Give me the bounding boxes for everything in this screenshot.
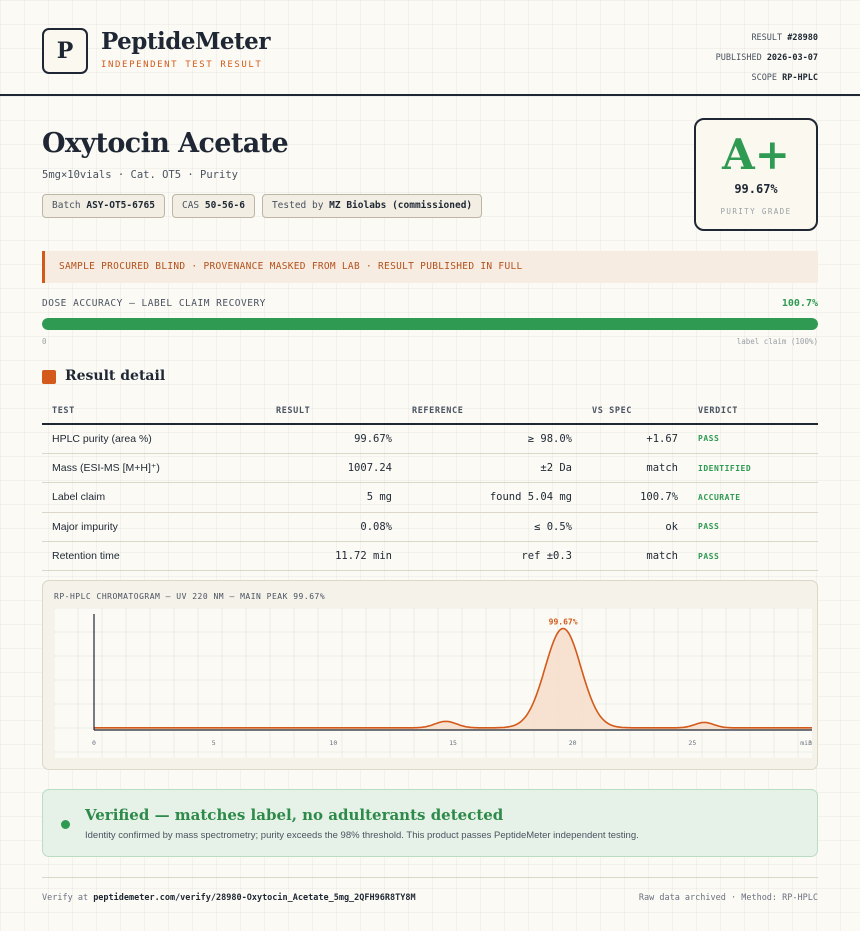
col-header-reference: REFERENCE	[402, 398, 582, 425]
x-tick-label: 5	[212, 739, 216, 747]
cell-vs-spec: match	[582, 453, 688, 484]
footer-method: Raw data archived · Method: RP-HPLC	[638, 893, 818, 903]
published-date: 2026-03-07	[766, 53, 818, 63]
cell-verdict: PASS	[688, 512, 818, 543]
x-tick-label: 20	[569, 739, 577, 747]
cell-result: 5 mg	[266, 482, 402, 513]
x-tick-label: 0	[92, 739, 96, 747]
cell-vs-spec: match	[582, 541, 688, 572]
table-header-row: TEST RESULT REFERENCE VS SPEC VERDICT	[42, 398, 818, 425]
col-header-result: RESULT	[266, 398, 402, 425]
x-tick-label: 10	[329, 739, 337, 747]
dose-accuracy-value: 100.7%	[781, 298, 818, 309]
cell-reference: ≥ 98.0%	[402, 424, 582, 454]
product-chips: Batch ASY-OT5-6765 CAS 50-56-6 Tested by…	[42, 194, 483, 218]
cell-test: Major impurity	[42, 512, 266, 543]
col-header-test: TEST	[42, 398, 266, 425]
x-tick-label: 15	[449, 739, 457, 747]
cell-reference: ±2 Da	[402, 453, 582, 484]
cell-verdict: PASS	[688, 541, 818, 572]
published-line: PUBLISHED 2026-03-07	[715, 53, 818, 63]
dose-accuracy-bar	[42, 318, 818, 330]
result-table: TEST RESULT REFERENCE VS SPEC VERDICT HP…	[42, 398, 818, 572]
cas-chip: CAS 50-56-6	[171, 194, 255, 218]
section-marker-icon	[42, 370, 56, 384]
cell-result: 1007.24	[266, 453, 402, 484]
dose-accuracy-fill	[42, 318, 818, 330]
table-row: Retention time 11.72 min ref ±0.3 match …	[42, 541, 818, 572]
cell-reference: found 5.04 mg	[402, 482, 582, 513]
cell-verdict: IDENTIFIED	[688, 453, 818, 484]
scope-line: SCOPE RP-HPLC	[751, 73, 818, 83]
cell-test: Retention time	[42, 541, 266, 572]
chromatogram-panel: RP-HPLC CHROMATOGRAM — UV 220 NM — MAIN …	[42, 580, 818, 770]
verified-banner: Verified — matches label, no adulterants…	[42, 789, 818, 857]
table-row: Major impurity 0.08% ≤ 0.5% ok PASS	[42, 512, 818, 543]
grade-label: PURITY GRADE	[720, 207, 792, 216]
result-meta: RESULT #28980 PUBLISHED 2026-03-07 SCOPE…	[716, 28, 818, 88]
report-header: P PeptideMeter INDEPENDENT TEST RESULT R…	[0, 0, 860, 96]
cell-vs-spec: 100.7%	[582, 482, 688, 513]
bar-min-label: 0	[42, 337, 47, 346]
cell-verdict: PASS	[688, 424, 818, 454]
brand-subtitle: INDEPENDENT TEST RESULT	[101, 60, 263, 70]
purity-grade-card: A+ 99.67% PURITY GRADE	[694, 118, 818, 231]
col-header-verdict: VERDICT	[688, 398, 818, 425]
cell-test: Mass (ESI-MS [M+H]⁺)	[42, 453, 266, 484]
cell-test: Label claim	[42, 482, 266, 513]
cell-result: 11.72 min	[266, 541, 402, 572]
chromatogram-chart: 051015202530min99.67%	[54, 608, 812, 758]
footer-verify: Verify at peptidemeter.com/verify/28980-…	[42, 893, 416, 903]
main-peak-label: 99.67%	[549, 617, 578, 626]
verified-subtitle: Identity confirmed by mass spectrometry;…	[85, 830, 639, 841]
verify-link[interactable]: peptidemeter.com/verify/28980-Oxytocin_A…	[93, 893, 415, 903]
cell-result: 0.08%	[266, 512, 402, 543]
bar-max-label: label claim (100%)	[736, 337, 818, 346]
logo-icon: P	[42, 28, 88, 74]
table-row: HPLC purity (area %) 99.67% ≥ 98.0% +1.6…	[42, 424, 818, 454]
cell-result: 99.67%	[266, 424, 402, 454]
chart-title: RP-HPLC CHROMATOGRAM — UV 220 NM — MAIN …	[54, 592, 326, 601]
cell-test: HPLC purity (area %)	[42, 424, 266, 454]
x-axis-unit: min	[800, 739, 812, 747]
verified-dot-icon	[61, 820, 70, 829]
cell-reference: ≤ 0.5%	[402, 512, 582, 543]
dose-accuracy-label: DOSE ACCURACY — LABEL CLAIM RECOVERY	[42, 298, 266, 309]
blind-sample-notice: SAMPLE PROCURED BLIND · PROVENANCE MASKE…	[42, 251, 818, 283]
section-title: Result detail	[65, 368, 166, 384]
cell-reference: ref ±0.3	[402, 541, 582, 572]
grade-letter: A+	[722, 130, 790, 179]
verified-title: Verified — matches label, no adulterants…	[85, 806, 504, 824]
chart-plot-background	[54, 608, 812, 758]
scope-value: RP-HPLC	[782, 73, 818, 83]
cell-verdict: ACCURATE	[688, 482, 818, 513]
tested-by-chip: Tested by MZ Biolabs (commissioned)	[261, 194, 483, 218]
table-row: Label claim 5 mg found 5.04 mg 100.7% AC…	[42, 482, 818, 513]
cell-vs-spec: +1.67	[582, 424, 688, 454]
product-title: Oxytocin Acetate	[42, 128, 289, 159]
col-header-vs-spec: VS SPEC	[582, 398, 688, 425]
footer-divider	[42, 877, 818, 878]
table-row: Mass (ESI-MS [M+H]⁺) 1007.24 ±2 Da match…	[42, 453, 818, 484]
result-id: #28980	[787, 33, 818, 43]
result-id-line: RESULT #28980	[751, 33, 818, 43]
grade-value: 99.67%	[734, 182, 778, 196]
batch-chip: Batch ASY-OT5-6765	[42, 194, 165, 218]
brand-name: PeptideMeter	[101, 28, 270, 55]
x-tick-label: 25	[688, 739, 696, 747]
cell-vs-spec: ok	[582, 512, 688, 543]
product-subtitle: 5mg×10vials · Cat. OT5 · Purity	[42, 169, 238, 181]
